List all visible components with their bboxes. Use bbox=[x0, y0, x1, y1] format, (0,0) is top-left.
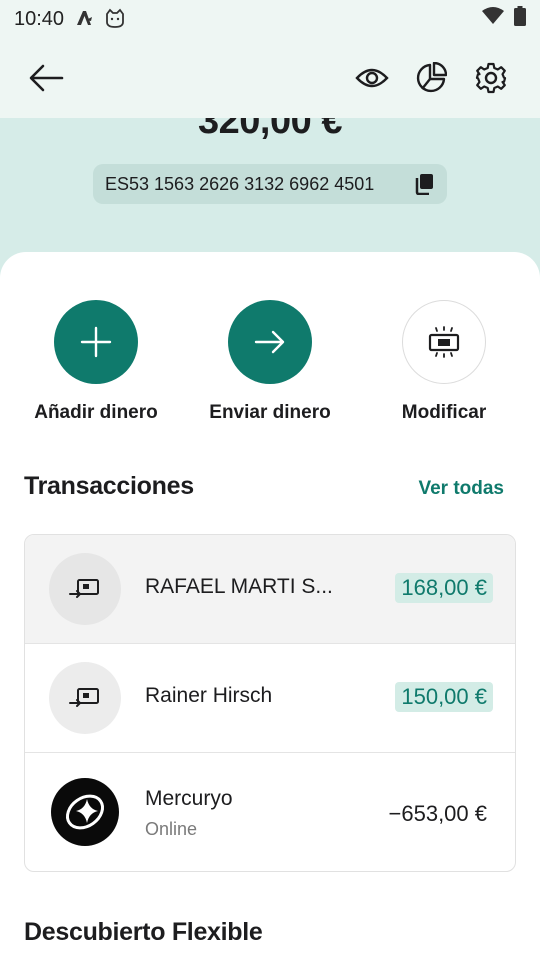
overdraft-title: Descubierto Flexible bbox=[24, 918, 263, 946]
send-money-label: Enviar dinero bbox=[209, 402, 331, 423]
copy-icon[interactable] bbox=[413, 173, 435, 195]
add-money-button[interactable] bbox=[54, 300, 138, 384]
app-cat-icon bbox=[104, 8, 126, 30]
transaction-name: RAFAEL MARTI S... bbox=[145, 575, 333, 598]
toggle-visibility-button[interactable] bbox=[354, 60, 390, 96]
transaction-row[interactable]: Rainer Hirsch 150,00 € bbox=[25, 644, 515, 753]
transaction-amount: 168,00 € bbox=[395, 573, 493, 603]
iban-chip[interactable]: ES53 1563 2626 3132 6962 4501 bbox=[93, 164, 447, 204]
transfer-icon bbox=[49, 662, 121, 734]
card-edit-icon bbox=[428, 326, 460, 358]
battery-icon bbox=[514, 6, 526, 32]
gear-icon bbox=[475, 62, 507, 94]
transactions-list: RAFAEL MARTI S... 168,00 € Rainer Hirsch… bbox=[24, 534, 516, 872]
arrow-left-icon bbox=[29, 64, 64, 92]
back-button[interactable] bbox=[28, 60, 64, 96]
wifi-icon bbox=[482, 7, 504, 31]
add-money-action[interactable]: Añadir dinero bbox=[6, 300, 186, 424]
transaction-row[interactable]: Mercuryo Online −653,00 € bbox=[25, 753, 515, 871]
modify-button[interactable] bbox=[402, 300, 486, 384]
send-money-button[interactable] bbox=[228, 300, 312, 384]
transaction-row[interactable]: RAFAEL MARTI S... 168,00 € bbox=[25, 535, 515, 644]
eye-icon bbox=[355, 68, 389, 88]
modify-label: Modificar bbox=[401, 402, 487, 423]
transaction-name: Rainer Hirsch bbox=[145, 684, 273, 707]
transactions-title: Transacciones bbox=[24, 472, 194, 500]
app-notification-icon bbox=[74, 8, 96, 30]
arrow-right-icon bbox=[254, 330, 285, 354]
status-bar: 10:40 bbox=[0, 0, 540, 38]
modify-action[interactable]: Modificar bbox=[354, 300, 534, 424]
plus-icon bbox=[80, 326, 112, 358]
pie-chart-icon bbox=[416, 62, 447, 93]
see-all-link[interactable]: Ver todas bbox=[418, 478, 504, 500]
settings-button[interactable] bbox=[473, 60, 509, 96]
analytics-button[interactable] bbox=[413, 60, 449, 96]
send-money-action[interactable]: Enviar dinero bbox=[180, 300, 360, 424]
iban-text: ES53 1563 2626 3132 6962 4501 bbox=[105, 173, 375, 194]
transfer-icon bbox=[49, 553, 121, 625]
transaction-amount: −653,00 € bbox=[388, 801, 487, 826]
mercuryo-logo-icon bbox=[51, 778, 119, 846]
transaction-amount: 150,00 € bbox=[395, 682, 493, 712]
status-time: 10:40 bbox=[14, 7, 65, 30]
top-app-bar bbox=[0, 38, 540, 118]
transaction-name: Mercuryo bbox=[145, 787, 233, 810]
transaction-subtitle: Online bbox=[145, 819, 198, 839]
add-money-label: Añadir dinero bbox=[34, 402, 158, 423]
